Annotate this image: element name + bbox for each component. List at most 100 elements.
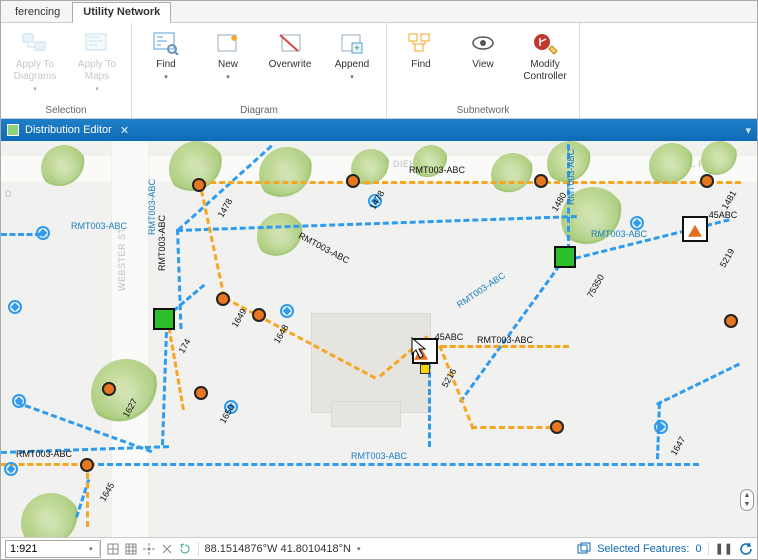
subnetwork-view-button[interactable]: View — [455, 27, 511, 73]
chevron-down-icon: ▾ — [33, 85, 37, 93]
node-label: 174 — [176, 337, 192, 355]
status-patch — [420, 364, 430, 374]
diagram-find-button[interactable]: Find ▾ — [138, 27, 194, 83]
dynamic-constraints-icon[interactable] — [160, 542, 174, 556]
primary-line — [459, 257, 566, 403]
sensor-node[interactable] — [630, 216, 644, 230]
square-device[interactable] — [554, 246, 576, 268]
selected-features-count: 0 — [695, 543, 701, 555]
snap-guides-icon[interactable] — [124, 542, 138, 556]
pane-header: Distribution Editor ✕ ▾ — [1, 119, 757, 141]
line-label: RMT003-ABC — [297, 230, 351, 265]
junction-node[interactable] — [252, 308, 266, 322]
basemap-tree — [259, 147, 315, 203]
subnetwork-find-button[interactable]: Find — [393, 27, 449, 73]
basemap-tree — [413, 145, 449, 181]
sensor-node[interactable] — [4, 462, 18, 476]
map-view[interactable]: WEBSTER ST W DIEHL RD W HL RD D RMT003-A… — [1, 141, 757, 539]
primary-line — [176, 229, 182, 329]
sensor-node[interactable] — [36, 226, 50, 240]
road-label-webster: WEBSTER ST — [117, 227, 127, 291]
junction-node[interactable] — [102, 382, 116, 396]
sensor-node[interactable] — [654, 420, 668, 434]
chevron-down-icon: ▾ — [95, 85, 99, 93]
line-label: RMT003-ABC — [591, 229, 647, 239]
chevron-down-icon: ▼ — [744, 501, 751, 508]
snapping-toolbar — [106, 542, 192, 556]
mouse-cursor-icon — [411, 337, 431, 361]
chevron-down-icon: ▾ — [226, 73, 230, 81]
secondary-line — [166, 319, 185, 410]
modify-controller-button[interactable]: Modify Controller — [517, 27, 573, 85]
junction-node[interactable] — [194, 386, 208, 400]
tab-referencing[interactable]: ferencing — [5, 3, 70, 22]
junction-node[interactable] — [700, 174, 714, 188]
line-label: RMT003-ABC — [409, 165, 465, 175]
apply-maps-icon — [83, 29, 111, 57]
chevron-up-icon: ▲ — [744, 492, 751, 499]
diagram-new-button[interactable]: New ▾ — [200, 27, 256, 83]
square-device[interactable] — [153, 308, 175, 330]
primary-line — [1, 233, 41, 236]
junction-node[interactable] — [346, 174, 360, 188]
line-label: RMT003-ABC — [351, 451, 407, 461]
pane-icon — [7, 124, 19, 136]
line-label: RMT003-ABC — [71, 221, 127, 231]
find-subnetwork-icon — [407, 29, 435, 57]
group-label-diagram: Diagram — [240, 103, 278, 116]
new-diagram-label: New — [218, 59, 238, 71]
feature-label: 45ABC — [435, 332, 464, 342]
ribbon-group-selection: Apply To Diagrams ▾ Apply To Maps ▾ Sele… — [1, 23, 132, 118]
coord-format-dropdown[interactable]: ▾ — [357, 545, 361, 553]
sensor-node[interactable] — [12, 394, 26, 408]
line-label: RMT003-ABC — [157, 215, 167, 271]
find-sub-label: Find — [411, 59, 430, 71]
apply-to-maps-button[interactable]: Apply To Maps ▾ — [69, 27, 125, 95]
pane-menu-button[interactable]: ▾ — [745, 124, 751, 137]
junction-node[interactable] — [534, 174, 548, 188]
chevron-down-icon: ▾ — [350, 73, 354, 81]
diagram-overwrite-button[interactable]: Overwrite — [262, 27, 318, 73]
map-scale-input[interactable] — [5, 540, 101, 558]
overwrite-icon — [276, 29, 304, 57]
group-label-selection: Selection — [45, 103, 86, 116]
overwrite-label: Overwrite — [269, 59, 312, 71]
svg-text:+: + — [354, 43, 359, 53]
primary-line — [177, 215, 577, 232]
apply-maps-label: Apply To Maps — [78, 59, 116, 83]
basemap-tree — [491, 153, 535, 197]
snap-toggle-icon[interactable] — [142, 542, 156, 556]
apply-to-diagrams-button[interactable]: Apply To Diagrams ▾ — [7, 27, 63, 95]
refresh-icon[interactable] — [739, 542, 753, 556]
primary-line — [428, 363, 431, 447]
status-bar: ▾ 88.1514876°W 41.8010418°N ▾ Selected F… — [1, 537, 757, 559]
junction-node[interactable] — [80, 458, 94, 472]
line-label: RMT003-ABC — [147, 179, 157, 235]
selected-features-label: Selected Features: — [597, 543, 689, 555]
ribbon-group-diagram: Find ▾ New ▾ Overwrite + Append — [132, 23, 387, 118]
corrections-icon[interactable] — [178, 542, 192, 556]
pause-drawing-icon[interactable]: ❚❚ — [715, 542, 733, 555]
line-label: RMT003-ABC — [455, 270, 507, 310]
nav-wheel[interactable]: ▲ ▼ — [740, 489, 754, 511]
pane-title: Distribution Editor — [25, 124, 112, 136]
sensor-node[interactable] — [280, 304, 294, 318]
junction-node[interactable] — [216, 292, 230, 306]
append-icon: + — [338, 29, 366, 57]
apply-diagrams-icon — [21, 29, 49, 57]
coordinates-readout: 88.1514876°W 41.8010418°N — [205, 543, 351, 555]
apply-diagrams-label: Apply To Diagrams — [14, 59, 57, 83]
snap-grid-icon[interactable] — [106, 542, 120, 556]
close-icon[interactable]: ✕ — [120, 124, 129, 137]
basemap-tree — [21, 493, 81, 539]
junction-node[interactable] — [550, 420, 564, 434]
modify-controller-icon — [531, 29, 559, 57]
diagram-append-button[interactable]: + Append ▾ — [324, 27, 380, 83]
secondary-line — [201, 181, 741, 184]
junction-node[interactable] — [724, 314, 738, 328]
sensor-node[interactable] — [8, 300, 22, 314]
secondary-line — [86, 463, 89, 527]
junction-node[interactable] — [192, 178, 206, 192]
tab-utility-network[interactable]: Utility Network — [72, 2, 171, 23]
selection-chip-icon[interactable] — [577, 542, 591, 556]
